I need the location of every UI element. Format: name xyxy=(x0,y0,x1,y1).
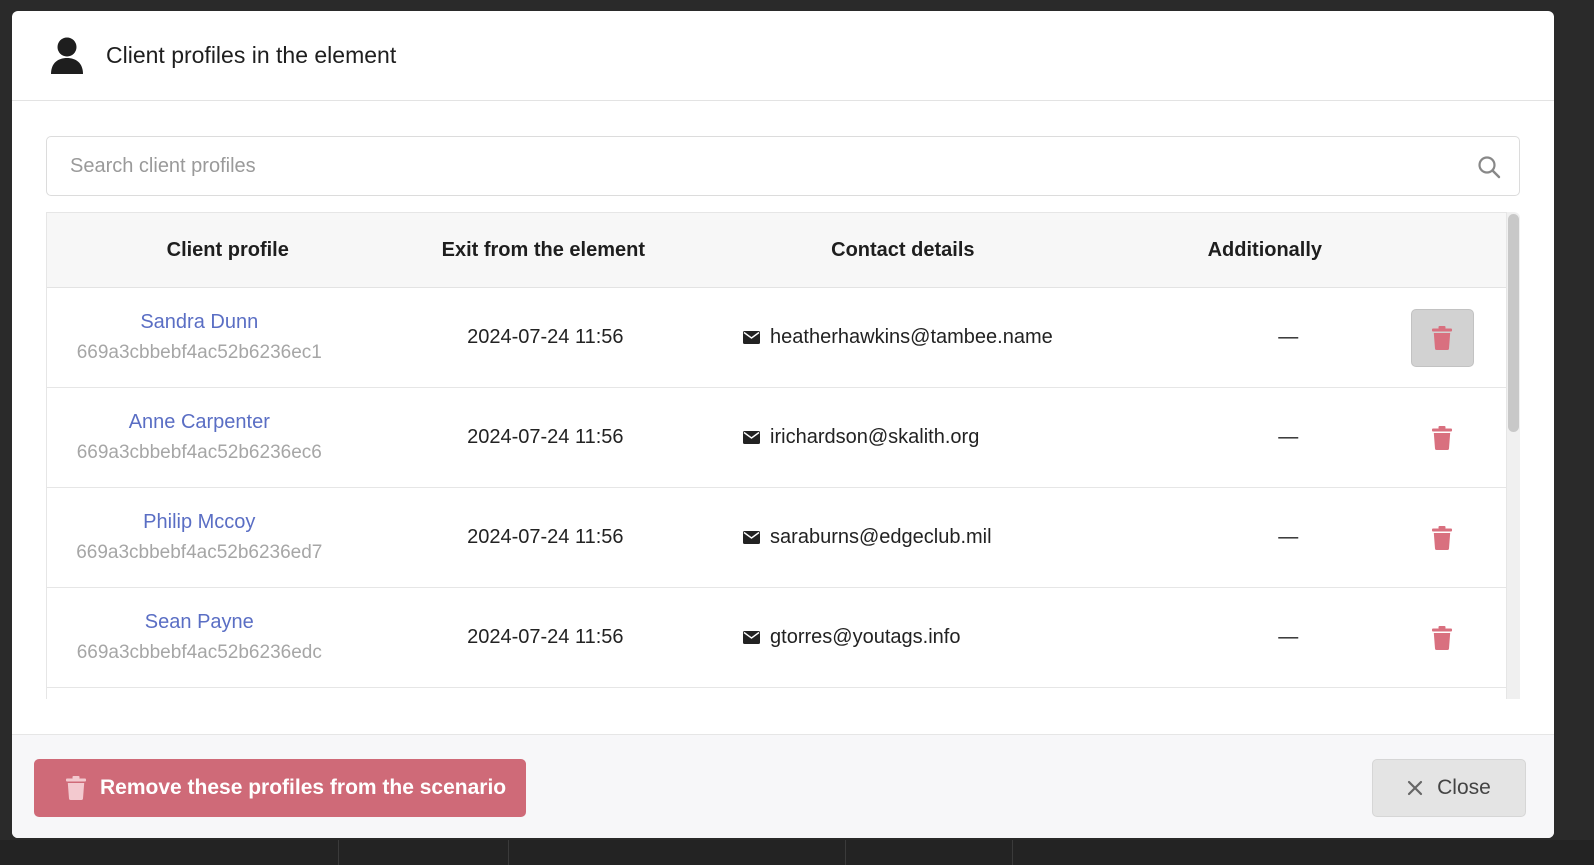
client-name-link[interactable]: Philip Mccoy xyxy=(143,511,255,534)
contact-details: irichardson@skalith.org xyxy=(739,426,1198,449)
close-button[interactable]: Close xyxy=(1372,759,1526,817)
email: gtorres@youtags.info xyxy=(770,626,961,648)
exit-time: 2024-07-24 11:56 xyxy=(467,426,624,448)
table-row: Anne Carpenter 669a3cbbebf4ac52b6236ec6 … xyxy=(47,388,1506,488)
delete-row-button[interactable] xyxy=(1411,509,1474,567)
client-profile-cell: Sean Payne 669a3cbbebf4ac52b6236edc xyxy=(47,611,352,664)
client-profiles-table: Client profile Exit from the element Con… xyxy=(46,212,1507,699)
additionally-value: — xyxy=(1278,426,1299,448)
search-icon[interactable] xyxy=(1477,155,1501,179)
header-additionally: Additionally xyxy=(1207,238,1323,261)
contact-details: saraburns@edgeclub.mil xyxy=(739,526,1198,549)
search-input[interactable] xyxy=(47,137,1519,195)
table-scrollbar[interactable] xyxy=(1507,212,1520,699)
client-id: 669a3cbbebf4ac52b6236ed7 xyxy=(76,542,323,563)
user-icon xyxy=(51,37,83,74)
table-row-partial xyxy=(47,688,1506,699)
table-row: Sandra Dunn 669a3cbbebf4ac52b6236ec1 202… xyxy=(47,288,1506,388)
delete-row-button[interactable] xyxy=(1410,308,1474,367)
remove-profiles-button[interactable]: Remove these profiles from the scenario xyxy=(34,759,526,817)
row-actions xyxy=(1378,509,1506,567)
table-row: Philip Mccoy 669a3cbbebf4ac52b6236ed7 20… xyxy=(47,488,1506,588)
client-profile-cell: Sandra Dunn 669a3cbbebf4ac52b6236ec1 xyxy=(47,311,352,364)
scrollbar-thumb[interactable] xyxy=(1508,214,1519,432)
trash-icon xyxy=(1432,425,1453,450)
mail-icon xyxy=(743,331,761,344)
exit-time: 2024-07-24 11:56 xyxy=(467,326,624,348)
modal-footer: Remove these profiles from the scenario … xyxy=(12,734,1554,838)
client-id: 669a3cbbebf4ac52b6236ec1 xyxy=(76,342,322,363)
contact-details: heatherhawkins@tambee.name xyxy=(739,326,1198,349)
row-actions xyxy=(1378,609,1506,667)
client-id: 669a3cbbebf4ac52b6236edc xyxy=(76,642,322,663)
trash-icon xyxy=(1432,325,1453,350)
header-exit: Exit from the element xyxy=(441,238,645,261)
header-client-profile: Client profile xyxy=(166,238,289,261)
search-box xyxy=(46,136,1520,196)
client-name-link[interactable]: Anne Carpenter xyxy=(129,411,270,434)
modal-header: Client profiles in the element xyxy=(12,11,1554,101)
mail-icon xyxy=(743,431,761,444)
additionally-value: — xyxy=(1278,326,1299,348)
mail-icon xyxy=(743,531,761,544)
close-icon xyxy=(1408,780,1423,796)
contact-details: gtorres@youtags.info xyxy=(739,626,1198,649)
mail-icon xyxy=(743,631,761,644)
close-label: Close xyxy=(1437,776,1491,799)
delete-row-button[interactable] xyxy=(1411,609,1474,667)
table-header: Client profile Exit from the element Con… xyxy=(47,213,1506,288)
background-app-strip xyxy=(0,840,1594,865)
client-name-link[interactable]: Sandra Dunn xyxy=(140,311,258,334)
additionally-value: — xyxy=(1278,526,1299,548)
exit-time: 2024-07-24 11:56 xyxy=(467,626,624,648)
client-profile-cell: Anne Carpenter 669a3cbbebf4ac52b6236ec6 xyxy=(47,411,352,464)
row-actions xyxy=(1378,308,1506,367)
remove-profiles-label: Remove these profiles from the scenario xyxy=(100,776,507,799)
header-contact-details: Contact details xyxy=(831,238,975,261)
row-actions xyxy=(1378,409,1506,467)
client-name-link[interactable]: Sean Payne xyxy=(145,611,254,634)
email: irichardson@skalith.org xyxy=(770,426,980,448)
email: saraburns@edgeclub.mil xyxy=(770,526,992,548)
modal-title: Client profiles in the element xyxy=(106,42,397,68)
trash-icon xyxy=(1432,525,1453,550)
email: heatherhawkins@tambee.name xyxy=(770,326,1053,348)
trash-icon xyxy=(1432,625,1453,650)
client-profile-cell: Philip Mccoy 669a3cbbebf4ac52b6236ed7 xyxy=(47,511,352,564)
client-id: 669a3cbbebf4ac52b6236ec6 xyxy=(76,442,322,463)
exit-time: 2024-07-24 11:56 xyxy=(467,526,624,548)
additionally-value: — xyxy=(1278,626,1299,648)
delete-row-button[interactable] xyxy=(1411,409,1474,467)
table-row: Sean Payne 669a3cbbebf4ac52b6236edc 2024… xyxy=(47,588,1506,688)
client-profiles-modal: Client profiles in the element Client pr… xyxy=(12,11,1554,838)
trash-icon xyxy=(66,776,86,800)
